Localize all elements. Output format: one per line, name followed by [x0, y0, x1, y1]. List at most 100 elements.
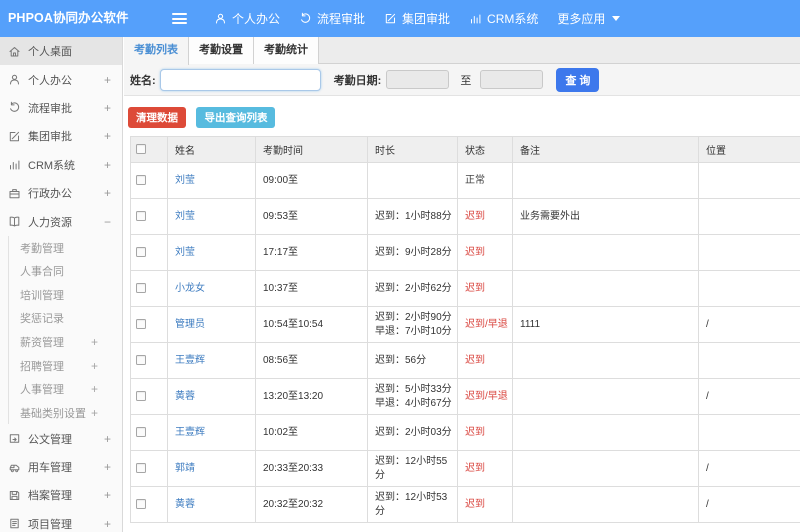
search-button[interactable]: 查 询 — [556, 67, 600, 92]
sidebar-subitem-1[interactable]: 考勤管理 — [9, 236, 122, 260]
sidebar-subitem-5[interactable]: 薪资管理 + — [9, 330, 122, 354]
name[interactable]: 黄蓉 — [167, 378, 256, 415]
sidebar-subitem-8[interactable]: 基础类别设置 + — [9, 401, 122, 425]
row-checkbox[interactable] — [136, 318, 146, 329]
undo-icon — [10, 102, 20, 113]
note-cell — [512, 234, 699, 271]
sidebar-subitem-4[interactable]: 奖惩记录 — [9, 307, 122, 331]
sidebar-item-3[interactable]: 流程审批 + — [0, 94, 122, 122]
name[interactable]: 王壹辉 — [167, 414, 256, 451]
archive-icon — [9, 490, 20, 500]
row-checkbox[interactable] — [136, 462, 146, 473]
note-cell — [512, 162, 699, 199]
sidebar-subitem-7[interactable]: 人事管理 + — [9, 377, 122, 401]
name[interactable]: 管理员 — [167, 306, 256, 343]
sidebar-item-5[interactable]: CRM系统 + — [0, 151, 122, 179]
row-checkbox[interactable] — [136, 282, 146, 293]
nav-item-label: 个人办公 — [232, 12, 281, 26]
nav-item-4[interactable]: CRM系统 — [469, 0, 538, 37]
duration-cell: 迟到：1小时88分 — [367, 198, 458, 235]
column-header-2: 考勤时间 — [255, 136, 368, 163]
sidebar-subitem-label: 招聘管理 — [20, 360, 64, 373]
sidebar-item-10[interactable]: 档案管理 + — [0, 481, 122, 509]
row-checkbox[interactable] — [136, 246, 146, 257]
duration-cell: 迟到：9小时28分 — [367, 234, 458, 271]
name[interactable]: 郭靖 — [167, 450, 256, 487]
select-all-checkbox[interactable] — [136, 144, 146, 155]
name[interactable]: 刘莹 — [167, 162, 256, 199]
nav-item-3[interactable]: 集团审批 — [384, 0, 450, 37]
date-to-input[interactable] — [480, 70, 544, 89]
duration-cell: 迟到：2小时90分 早退：7小时10分 — [367, 306, 458, 343]
row-checkbox[interactable] — [136, 498, 146, 509]
export-list-button[interactable]: 导出查询列表 — [196, 107, 276, 128]
duration-cell: 迟到：56分 — [367, 342, 458, 379]
sidebar-item-8[interactable]: 公文管理 + — [0, 424, 122, 452]
note-cell — [512, 450, 699, 487]
row-checkbox-cell — [130, 306, 168, 343]
tab-3[interactable]: 考勤统计 — [254, 37, 319, 64]
sidebar-item-label: 档案管理 — [28, 490, 72, 503]
row-checkbox[interactable] — [136, 390, 146, 401]
row-checkbox[interactable] — [136, 426, 146, 437]
sidebar-subitem-label: 奖惩记录 — [20, 313, 64, 326]
tab-1[interactable]: 考勤列表 — [124, 37, 189, 65]
sidebar-item-9[interactable]: 用车管理 + — [0, 453, 122, 481]
column-header-6: 位置 — [698, 136, 800, 163]
name-input[interactable] — [159, 68, 321, 91]
row-checkbox-cell — [130, 450, 168, 487]
row-checkbox[interactable] — [136, 354, 146, 365]
sidebar-subitem-6[interactable]: 招聘管理 + — [9, 354, 122, 378]
nav-item-label: 更多应用 — [557, 12, 606, 26]
chart-icon — [471, 14, 481, 24]
sidebar-item-6[interactable]: 行政办公 + — [0, 179, 122, 207]
row-checkbox[interactable] — [136, 174, 146, 185]
sidebar-item-2[interactable]: 个人办公 + — [0, 65, 122, 93]
nav-item-2[interactable]: 流程审批 — [299, 0, 365, 37]
name[interactable]: 刘莹 — [167, 234, 256, 271]
time-cell: 17:17至 — [255, 234, 368, 271]
name[interactable]: 刘莹 — [167, 198, 256, 235]
nav-item-label: CRM系统 — [487, 12, 539, 26]
row-checkbox[interactable] — [136, 210, 146, 221]
row-checkbox-cell — [130, 198, 168, 235]
nav-item-1[interactable]: 个人办公 — [214, 0, 280, 37]
row-checkbox-cell — [130, 342, 168, 379]
sidebar-subitem-3[interactable]: 培训管理 — [9, 283, 122, 307]
location-cell: / — [698, 378, 800, 415]
sidebar-subitem-label: 薪资管理 — [20, 336, 64, 349]
row-checkbox-cell — [130, 270, 168, 307]
clear-data-button[interactable]: 清理数据 — [128, 107, 186, 128]
collapse-icon: − — [103, 214, 111, 229]
name[interactable]: 黄蓉 — [167, 486, 256, 523]
status-cell: 迟到 — [457, 450, 513, 487]
expand-icon: + — [90, 358, 98, 373]
row-checkbox-cell — [130, 414, 168, 451]
sidebar-subitem-label: 人事合同 — [20, 266, 64, 279]
location-cell: / — [698, 306, 800, 343]
navbar-menu: 个人办公 流程审批 集团审批 CRM系统 更多应用 — [214, 0, 639, 37]
expand-icon: + — [103, 100, 111, 115]
hamburger-icon[interactable] — [172, 13, 187, 24]
sidebar-subitem-2[interactable]: 人事合同 — [9, 259, 122, 283]
car-icon — [9, 464, 20, 472]
status-cell: 迟到/早退 — [457, 306, 513, 343]
chart-icon — [10, 160, 20, 170]
date-from-input[interactable] — [386, 70, 450, 89]
name[interactable]: 王壹辉 — [167, 342, 256, 379]
name[interactable]: 小龙女 — [167, 270, 256, 307]
main-content: 考勤列表 考勤设置 考勤统计 姓名: 考勤日期: 至 查 询 清理数据 导出查询列表… — [124, 37, 800, 532]
sidebar-submenu: 考勤管理 人事合同 培训管理 奖惩记录 薪资管理 + 招聘管理 + 人事管理 + 基础类别设置 + — [8, 235, 122, 425]
column-header-3: 时长 — [367, 136, 458, 163]
sidebar-item-11[interactable]: 项目管理 + — [0, 510, 122, 532]
nav-item-5[interactable]: 更多应用 — [557, 0, 621, 37]
tab-2[interactable]: 考勤设置 — [189, 37, 254, 64]
sidebar-item-7[interactable]: 人力资源 − — [0, 207, 122, 235]
briefcase-icon — [9, 188, 20, 198]
table-row: 小龙女 10:37至 迟到：2小时62分 迟到 — [130, 270, 800, 307]
sidebar-item-1[interactable]: 个人桌面 — [0, 37, 122, 66]
home-icon — [9, 46, 20, 57]
table-row: 管理员 10:54至10:54 迟到：2小时90分 早退：7小时10分 迟到/早退 11… — [130, 306, 800, 343]
sidebar-item-4[interactable]: 集团审批 + — [0, 122, 122, 150]
table-row: 黄蓉 13:20至13:20 迟到：5小时33分 早退：4小时67分 迟到/早退 / — [130, 378, 800, 415]
